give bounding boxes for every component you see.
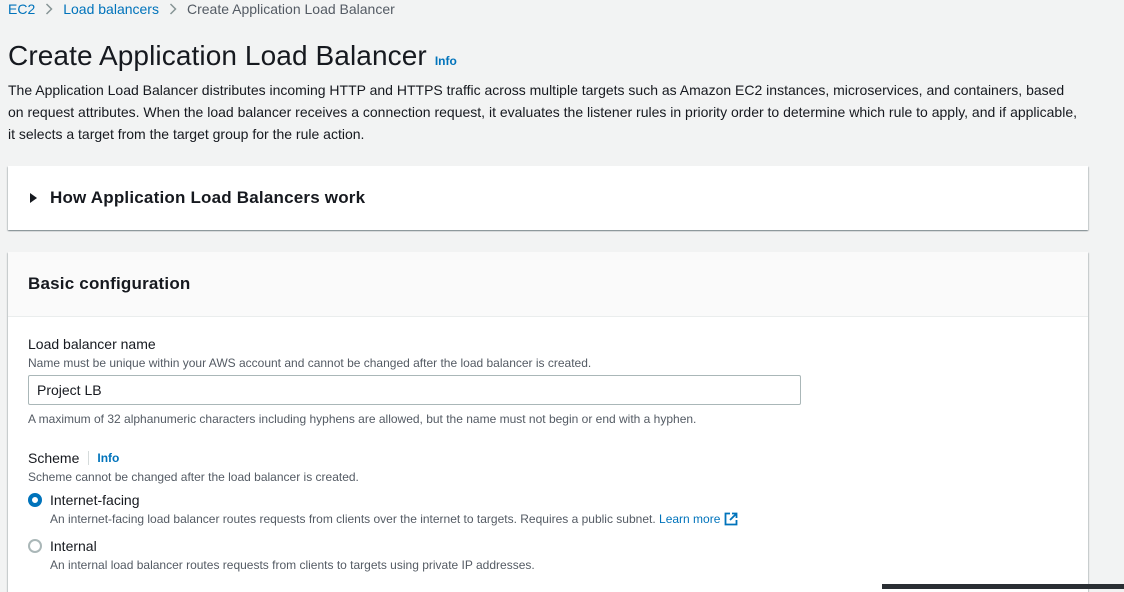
internal-radio[interactable] bbox=[28, 539, 42, 553]
scheme-description: Scheme cannot be changed after the load … bbox=[28, 470, 359, 484]
load-balancer-name-input[interactable] bbox=[28, 375, 801, 405]
internet-facing-description: An internet-facing load balancer routes … bbox=[50, 512, 738, 529]
divider bbox=[88, 451, 90, 465]
page-description: The Application Load Balancer distribute… bbox=[8, 82, 1078, 142]
name-field-description: Name must be unique within your AWS acco… bbox=[28, 356, 592, 370]
internet-facing-label[interactable]: Internet-facing bbox=[50, 492, 140, 508]
breadcrumb-ec2[interactable]: EC2 bbox=[8, 1, 35, 17]
basic-configuration-title: Basic configuration bbox=[28, 274, 191, 293]
internal-label[interactable]: Internal bbox=[50, 538, 97, 554]
scheme-info-link[interactable]: Info bbox=[97, 451, 119, 465]
page-header: Create Application Load Balancer Info bbox=[8, 40, 457, 72]
footer-bar bbox=[882, 584, 1124, 589]
caret-right-icon bbox=[30, 193, 37, 203]
page-title: Create Application Load Balancer bbox=[8, 40, 427, 71]
breadcrumb-current: Create Application Load Balancer bbox=[186, 1, 395, 17]
scheme-label: Scheme bbox=[28, 450, 80, 466]
breadcrumb: EC2 Load balancers Create Application Lo… bbox=[8, 0, 395, 18]
internet-facing-description-text: An internet-facing load balancer routes … bbox=[50, 512, 656, 526]
name-field-constraint: A maximum of 32 alphanumeric characters … bbox=[28, 412, 697, 426]
how-it-works-title: How Application Load Balancers work bbox=[50, 188, 366, 207]
basic-configuration-panel: Basic configuration Load balancer name N… bbox=[8, 252, 1088, 592]
name-field-label: Load balancer name bbox=[28, 336, 156, 352]
how-it-works-expander[interactable]: How Application Load Balancers work bbox=[8, 166, 1088, 230]
internet-facing-radio[interactable] bbox=[28, 493, 42, 507]
chevron-right-icon bbox=[45, 3, 53, 15]
external-link-icon[interactable] bbox=[724, 512, 738, 529]
basic-configuration-header: Basic configuration bbox=[8, 252, 1088, 317]
internal-description: An internal load balancer routes request… bbox=[50, 558, 535, 572]
chevron-right-icon bbox=[169, 3, 177, 15]
breadcrumb-load-balancers[interactable]: Load balancers bbox=[63, 1, 159, 17]
title-info-link[interactable]: Info bbox=[435, 54, 457, 68]
scheme-label-row: Scheme Info bbox=[28, 450, 119, 466]
learn-more-link[interactable]: Learn more bbox=[659, 512, 720, 526]
